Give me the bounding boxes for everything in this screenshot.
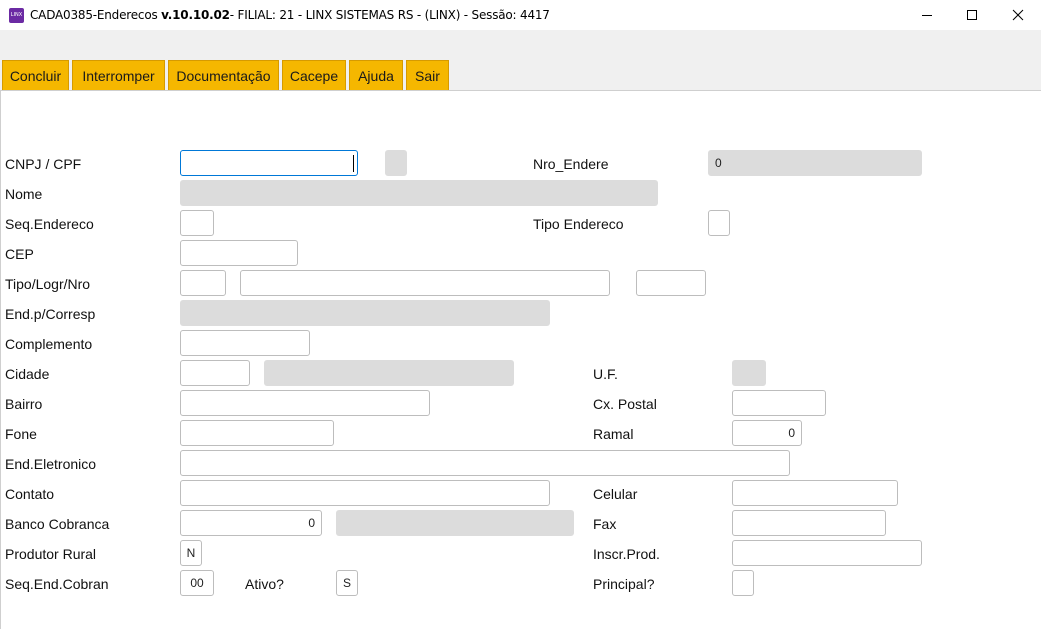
cx-postal-label: Cx. Postal bbox=[593, 396, 657, 412]
end-corresp-field bbox=[180, 300, 550, 326]
nro-endere-label: Nro_Endere bbox=[533, 156, 609, 172]
ajuda-button[interactable]: Ajuda bbox=[349, 60, 403, 90]
banco-cobranca-label: Banco Cobranca bbox=[5, 516, 110, 532]
complemento-input[interactable] bbox=[180, 330, 310, 356]
app-icon-text: LINX bbox=[10, 12, 23, 18]
complemento-label: Complemento bbox=[5, 336, 93, 352]
end-eletronico-input[interactable] bbox=[180, 450, 790, 476]
ativo-input[interactable]: S bbox=[336, 570, 358, 596]
cep-input[interactable] bbox=[180, 240, 298, 266]
title-bar: LINX CADA0385-Enderecos v.10.10.02- FILI… bbox=[0, 0, 1041, 30]
fax-input[interactable] bbox=[732, 510, 886, 536]
celular-label: Celular bbox=[593, 486, 638, 502]
maximize-icon bbox=[967, 10, 977, 20]
end-eletronico-label: End.Eletronico bbox=[5, 456, 97, 472]
nome-field bbox=[180, 180, 658, 206]
session-info: - FILIAL: 21 - LINX SISTEMAS RS - (LINX)… bbox=[229, 8, 550, 22]
cacepe-button[interactable]: Cacepe bbox=[282, 60, 346, 90]
logradouro-input[interactable] bbox=[240, 270, 610, 296]
fax-label: Fax bbox=[593, 516, 617, 532]
seq-end-cobran-label: Seq.End.Cobran bbox=[5, 576, 109, 592]
cep-label: CEP bbox=[5, 246, 34, 262]
end-corresp-label: End.p/Corresp bbox=[5, 306, 96, 322]
documentacao-button[interactable]: Documentação bbox=[168, 60, 279, 90]
numero-input[interactable] bbox=[636, 270, 706, 296]
form-panel: CNPJ / CPF Nro_Endere 0 Nome Seq.Enderec… bbox=[0, 90, 1041, 629]
nome-label: Nome bbox=[5, 186, 43, 202]
program-version: v.10.10.02 bbox=[161, 8, 230, 22]
seq-endereco-input[interactable] bbox=[180, 210, 214, 236]
close-button[interactable] bbox=[995, 0, 1041, 30]
ramal-label: Ramal bbox=[593, 426, 634, 442]
inscr-prod-input[interactable] bbox=[732, 540, 922, 566]
tipo-logradouro-input[interactable] bbox=[180, 270, 226, 296]
uf-label: U.F. bbox=[593, 366, 618, 382]
fone-input[interactable] bbox=[180, 420, 334, 446]
inscr-prod-label: Inscr.Prod. bbox=[593, 546, 660, 562]
cnpj-cpf-input[interactable] bbox=[180, 150, 358, 176]
cidade-code-input[interactable] bbox=[180, 360, 250, 386]
close-icon bbox=[1012, 9, 1024, 21]
banco-name-field bbox=[336, 510, 574, 536]
ramal-input[interactable]: 0 bbox=[732, 420, 802, 446]
maximize-button[interactable] bbox=[949, 0, 995, 30]
produtor-rural-label: Produtor Rural bbox=[5, 546, 97, 562]
program-name: CADA0385-Enderecos bbox=[30, 8, 158, 22]
bairro-label: Bairro bbox=[5, 396, 43, 412]
concluir-button[interactable]: Concluir bbox=[2, 60, 69, 90]
sair-button[interactable]: Sair bbox=[406, 60, 449, 90]
cnpj-lookup-button[interactable] bbox=[385, 150, 407, 176]
contato-input[interactable] bbox=[180, 480, 550, 506]
seq-end-cobran-input[interactable]: 00 bbox=[180, 570, 214, 596]
principal-label: Principal? bbox=[593, 576, 655, 592]
uf-field bbox=[732, 360, 766, 386]
cx-postal-input[interactable] bbox=[732, 390, 826, 416]
tipo-logr-nro-label: Tipo/Logr/Nro bbox=[5, 276, 91, 292]
fone-label: Fone bbox=[5, 426, 37, 442]
window-title: CADA0385-Enderecos v.10.10.02- FILIAL: 2… bbox=[30, 8, 550, 22]
minimize-icon bbox=[922, 15, 932, 16]
cnpj-cpf-label: CNPJ / CPF bbox=[5, 156, 82, 172]
produtor-rural-input[interactable]: N bbox=[180, 540, 202, 566]
toolbar: Concluir Interromper Documentação Cacepe… bbox=[0, 60, 1041, 91]
text-caret bbox=[353, 155, 354, 172]
ativo-label: Ativo? bbox=[245, 576, 284, 592]
nro-endere-field: 0 bbox=[708, 150, 922, 176]
cidade-name-field bbox=[264, 360, 514, 386]
contato-label: Contato bbox=[5, 486, 55, 502]
tipo-endereco-input[interactable] bbox=[708, 210, 730, 236]
celular-input[interactable] bbox=[732, 480, 898, 506]
interromper-button[interactable]: Interromper bbox=[72, 60, 165, 90]
banco-cobranca-input[interactable]: 0 bbox=[180, 510, 322, 536]
bairro-input[interactable] bbox=[180, 390, 430, 416]
principal-input[interactable] bbox=[732, 570, 754, 596]
tipo-endereco-label: Tipo Endereco bbox=[533, 216, 624, 232]
app-icon: LINX bbox=[9, 8, 24, 23]
seq-endereco-label: Seq.Endereco bbox=[5, 216, 94, 232]
minimize-button[interactable] bbox=[904, 0, 950, 30]
cidade-label: Cidade bbox=[5, 366, 50, 382]
